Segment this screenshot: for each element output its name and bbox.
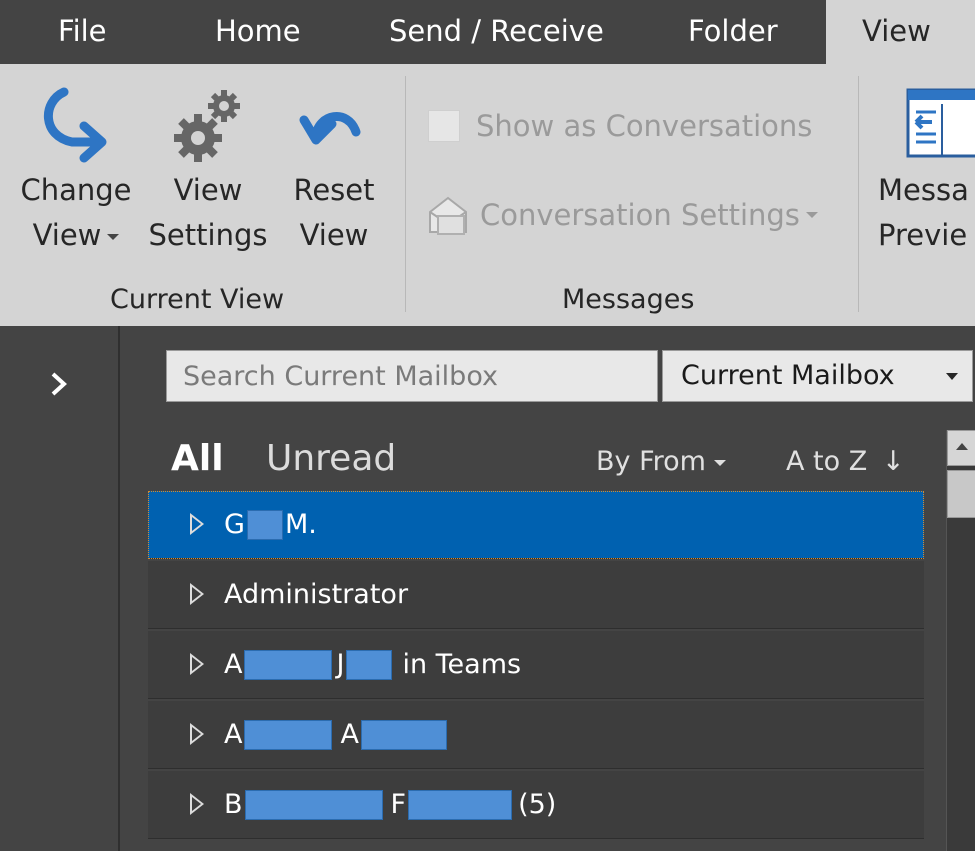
conversation-envelope-icon xyxy=(429,196,467,235)
sort-arrow-icon: ↓ xyxy=(881,446,905,477)
message-list: G M. Administrator A J in Teams A A B F … xyxy=(148,491,924,841)
group-label-current-view: Current View xyxy=(110,284,285,315)
sender-group-row[interactable]: G M. xyxy=(148,491,924,559)
filter-all[interactable]: All xyxy=(171,438,224,479)
sender-group-row[interactable]: A J in Teams xyxy=(148,631,924,699)
expand-triangle-icon[interactable] xyxy=(190,513,204,535)
expand-triangle-icon[interactable] xyxy=(190,653,204,675)
change-view-label-2: View xyxy=(16,213,136,258)
reset-view-label-2: View xyxy=(299,218,369,252)
sender-name: G M. xyxy=(224,509,317,540)
expand-triangle-icon[interactable] xyxy=(190,793,204,815)
reset-view-button[interactable]: Reset View xyxy=(282,84,386,258)
sort-order-toggle[interactable]: A to Z ↓ xyxy=(786,446,904,477)
scrollbar-thumb[interactable] xyxy=(947,470,975,518)
sender-name: A J in Teams xyxy=(224,649,522,680)
group-label-messages: Messages xyxy=(562,284,695,315)
expand-triangle-icon[interactable] xyxy=(190,583,204,605)
sender-name: Administrator xyxy=(224,579,409,610)
view-settings-button[interactable]: View Settings xyxy=(146,84,270,258)
redacted-block xyxy=(408,789,513,820)
message-preview-label-2: Previe xyxy=(878,218,968,252)
group-separator xyxy=(405,76,406,312)
ribbon: Change View View Settings Reset View Cur… xyxy=(0,64,975,326)
undo-arrow-icon xyxy=(299,112,361,145)
redacted-block xyxy=(244,719,333,750)
tab-send-receive[interactable]: Send / Receive xyxy=(389,0,604,64)
sender-group-row[interactable]: B F (5) xyxy=(148,771,924,839)
redacted-block xyxy=(360,719,447,750)
message-preview-button[interactable]: Messa Previe xyxy=(878,84,975,258)
search-input[interactable] xyxy=(183,351,583,401)
change-view-label-1: Change xyxy=(20,173,132,207)
filter-unread[interactable]: Unread xyxy=(266,438,396,479)
folder-pane-collapsed xyxy=(0,326,120,851)
redacted-block xyxy=(346,649,393,680)
expand-triangle-icon[interactable] xyxy=(190,723,204,745)
message-list-scrollbar[interactable] xyxy=(946,430,975,851)
show-as-conversations-checkbox[interactable]: Show as Conversations xyxy=(428,109,812,143)
view-settings-label-1: View xyxy=(173,173,243,207)
arrange-by-dropdown[interactable]: By From xyxy=(596,446,726,477)
tab-file[interactable]: File xyxy=(58,0,107,64)
dropdown-caret-icon xyxy=(107,234,120,240)
sender-group-row[interactable]: Administrator xyxy=(148,561,924,629)
checkbox-icon xyxy=(428,110,460,142)
sender-name: B F (5) xyxy=(224,789,557,820)
tab-folder[interactable]: Folder xyxy=(688,0,778,64)
sender-name: A A xyxy=(224,719,447,750)
group-separator xyxy=(858,76,859,312)
reset-view-label-1: Reset xyxy=(293,173,375,207)
scroll-up-arrow-icon[interactable] xyxy=(947,430,975,466)
search-box xyxy=(166,350,791,402)
tab-home[interactable]: Home xyxy=(215,0,301,64)
show-as-conversations-label: Show as Conversations xyxy=(476,109,813,143)
message-preview-label-1: Messa xyxy=(878,173,969,207)
conversation-settings-button[interactable]: Conversation Settings xyxy=(424,192,818,238)
tab-view[interactable]: View xyxy=(826,0,975,64)
gears-icon xyxy=(174,90,240,162)
dropdown-caret-icon xyxy=(946,373,958,380)
dropdown-caret-icon xyxy=(805,212,818,218)
dropdown-caret-icon xyxy=(713,459,726,466)
change-view-button[interactable]: Change View xyxy=(16,84,136,258)
redacted-block xyxy=(246,509,283,540)
sort-order-label: A to Z xyxy=(786,446,868,477)
ribbon-tab-bar: File Home Send / Receive Folder View xyxy=(0,0,975,64)
chevron-right-icon xyxy=(51,372,67,396)
expand-folder-pane-button[interactable] xyxy=(44,366,74,402)
search-scope-value: Current Mailbox xyxy=(681,360,895,391)
sender-group-row[interactable]: A A xyxy=(148,701,924,769)
conversation-settings-label: Conversation Settings xyxy=(480,198,800,232)
change-view-arrow-icon xyxy=(44,87,107,163)
view-settings-label-2: Settings xyxy=(148,218,268,252)
redacted-block xyxy=(244,789,383,820)
redacted-block xyxy=(244,649,333,680)
search-scope-dropdown[interactable]: Current Mailbox xyxy=(662,350,973,402)
message-preview-icon xyxy=(906,88,975,158)
arrange-by-label: By From xyxy=(596,446,706,477)
